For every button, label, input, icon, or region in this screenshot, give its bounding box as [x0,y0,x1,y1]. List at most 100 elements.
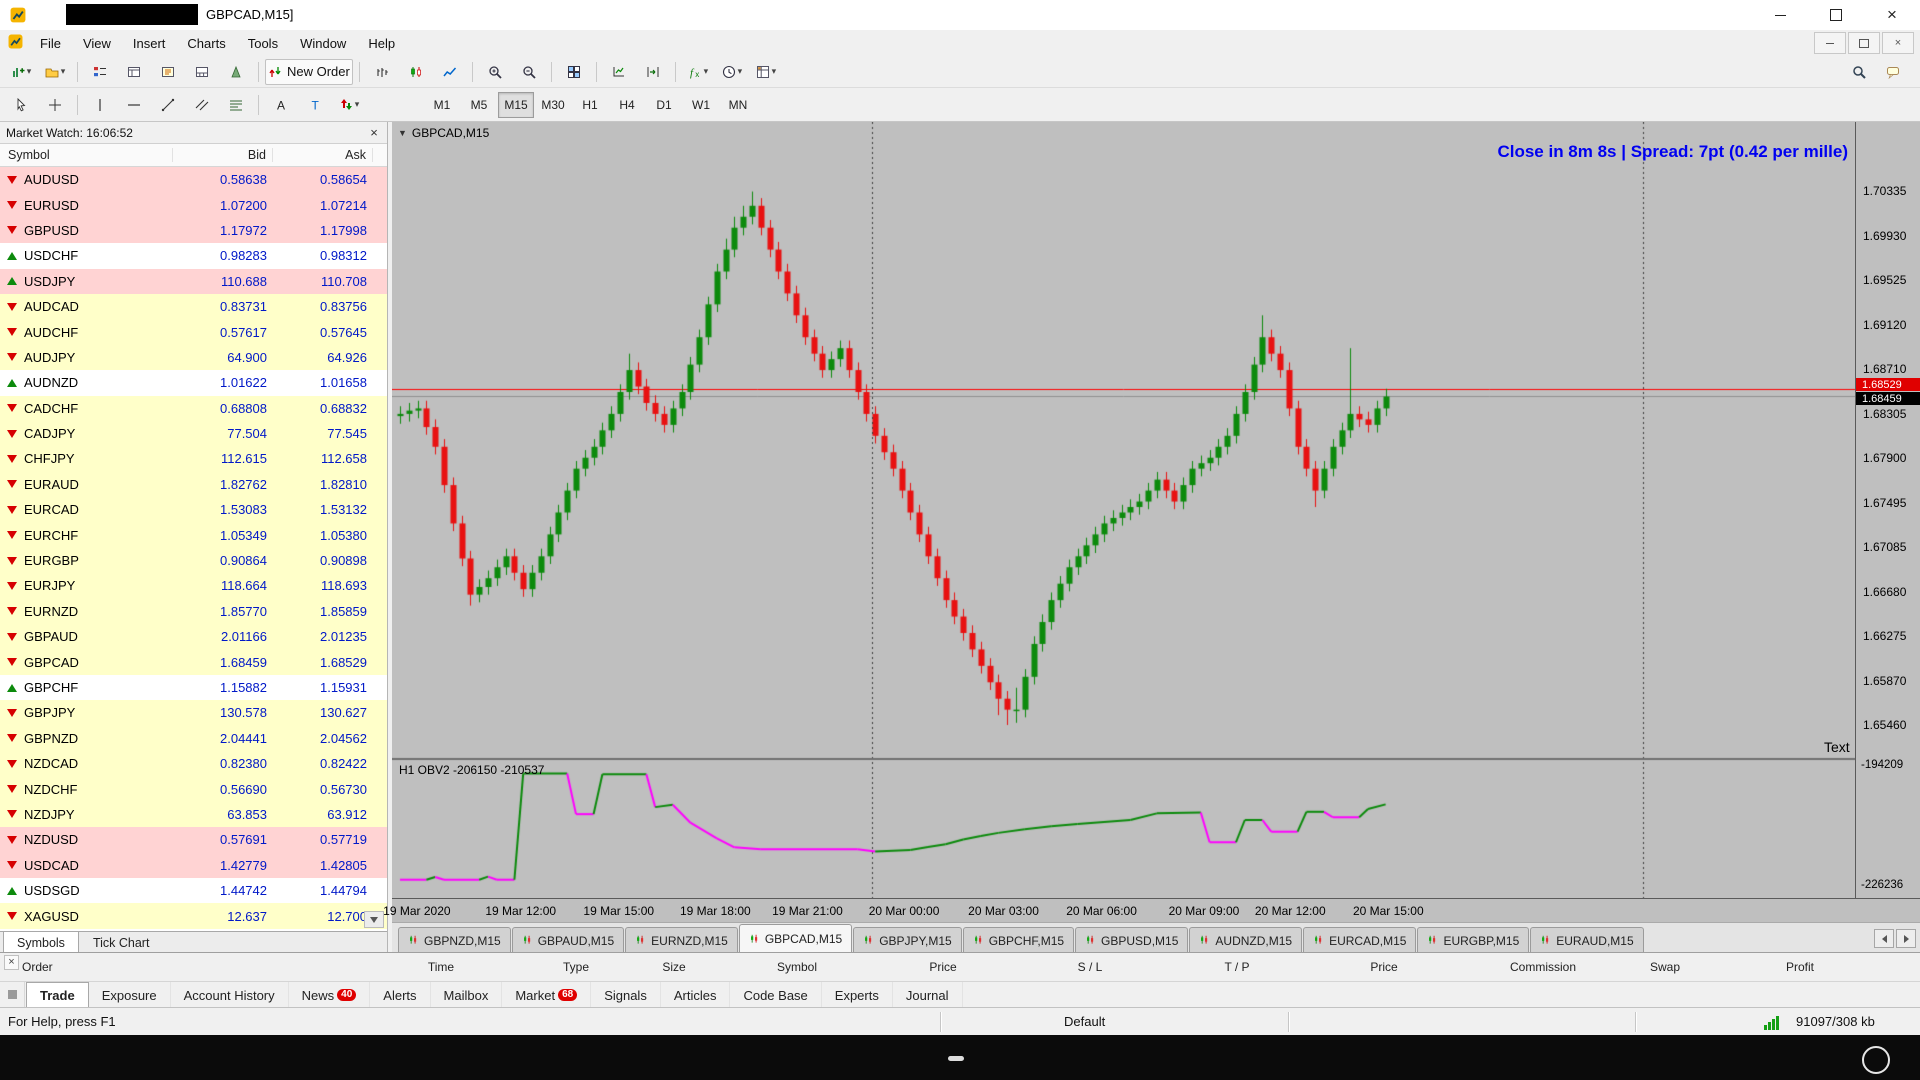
chart-text-object[interactable]: Text [1824,739,1850,755]
window-minimize-button[interactable] [1752,0,1808,30]
tile-windows-button[interactable] [558,59,590,85]
terminal-column-size[interactable]: Size [662,960,685,974]
terminal-close-button[interactable]: × [4,955,19,970]
chart-restore-button[interactable] [1848,32,1880,54]
terminal-tab-code-base[interactable]: Code Base [730,982,821,1008]
crosshair-button[interactable] [39,92,71,118]
market-watch-row-usdchf[interactable]: USDCHF0.982830.98312 [0,243,387,268]
timeframe-d1[interactable]: D1 [646,92,682,118]
terminal-column-profit[interactable]: Profit [1786,960,1814,974]
timeframe-m5[interactable]: M5 [461,92,497,118]
profiles-button[interactable]: ▾ [39,59,71,85]
terminal-tab-experts[interactable]: Experts [822,982,893,1008]
terminal-column-tp[interactable]: T / P [1224,960,1249,974]
horizontal-line-button[interactable] [118,92,150,118]
text-label-button[interactable]: T [299,92,331,118]
menu-file[interactable]: File [29,33,72,54]
zoom-in-button[interactable] [479,59,511,85]
tabs-scroll-left-button[interactable] [1874,929,1894,948]
terminal-tab-signals[interactable]: Signals [591,982,661,1008]
chart-tab-gbpjpy-m15[interactable]: GBPJPY,M15 [853,927,961,952]
time-axis[interactable]: 19 Mar 202019 Mar 12:0019 Mar 15:0019 Ma… [392,898,1920,923]
market-watch-row-eurusd[interactable]: EURUSD1.072001.07214 [0,192,387,217]
trendline-button[interactable] [152,92,184,118]
vertical-line-button[interactable] [84,92,116,118]
column-ask[interactable]: Ask [273,148,373,162]
terminal-column-type[interactable]: Type [563,960,589,974]
market-watch-row-nzdchf[interactable]: NZDCHF0.566900.56730 [0,776,387,801]
new-order-button[interactable]: New Order [265,59,353,85]
market-watch-row-nzdjpy[interactable]: NZDJPY63.85363.912 [0,802,387,827]
terminal-column-price[interactable]: Price [1370,960,1397,974]
timeframe-w1[interactable]: W1 [683,92,719,118]
market-watch-row-gbpusd[interactable]: GBPUSD1.179721.17998 [0,218,387,243]
window-maximize-button[interactable] [1808,0,1864,30]
market-watch-row-eurgbp[interactable]: EURGBP0.908640.90898 [0,548,387,573]
terminal-tab-account-history[interactable]: Account History [171,982,289,1008]
status-profile[interactable]: Default [1064,1014,1105,1029]
chart-tab-eurcad-m15[interactable]: EURCAD,M15 [1303,927,1416,952]
menu-tools[interactable]: Tools [237,33,289,54]
market-watch-row-chfjpy[interactable]: CHFJPY112.615112.658 [0,446,387,471]
terminal-tab-news[interactable]: News40 [289,982,371,1008]
terminal-column-symbol[interactable]: Symbol [777,960,817,974]
line-chart-button[interactable] [434,59,466,85]
timeframe-h4[interactable]: H4 [609,92,645,118]
terminal-column-time[interactable]: Time [428,960,454,974]
chart-tab-audnzd-m15[interactable]: AUDNZD,M15 [1189,927,1302,952]
market-watch-row-audchf[interactable]: AUDCHF0.576170.57645 [0,319,387,344]
navigator-button[interactable] [152,59,184,85]
timeframe-h1[interactable]: H1 [572,92,608,118]
terminal-button[interactable] [186,59,218,85]
terminal-tab-mailbox[interactable]: Mailbox [431,982,503,1008]
terminal-tab-articles[interactable]: Articles [661,982,731,1008]
search-button[interactable] [1843,59,1875,85]
terminal-column-order[interactable]: Order [22,960,53,974]
chart-tab-gbpaud-m15[interactable]: GBPAUD,M15 [512,927,624,952]
menu-window[interactable]: Window [289,33,357,54]
chart-close-button[interactable]: × [1882,32,1914,54]
terminal-column-sl[interactable]: S / L [1078,960,1103,974]
chart-tab-gbpusd-m15[interactable]: GBPUSD,M15 [1075,927,1188,952]
market-watch-row-audcad[interactable]: AUDCAD0.837310.83756 [0,294,387,319]
terminal-column-price[interactable]: Price [929,960,956,974]
chart-minimize-button[interactable] [1814,32,1846,54]
market-watch-button[interactable] [84,59,116,85]
market-watch-row-gbpjpy[interactable]: GBPJPY130.578130.627 [0,700,387,725]
market-watch-row-gbpnzd[interactable]: GBPNZD2.044412.04562 [0,726,387,751]
chart-tab-eurgbp-m15[interactable]: EURGBP,M15 [1417,927,1529,952]
market-watch-row-cadjpy[interactable]: CADJPY77.50477.545 [0,421,387,446]
terminal-column-commission[interactable]: Commission [1510,960,1576,974]
one-click-trading-toggle[interactable]: ▼ [398,128,407,138]
market-watch-row-usdsgd[interactable]: USDSGD1.447421.44794 [0,878,387,903]
timeframe-m30[interactable]: M30 [535,92,571,118]
new-chart-button[interactable]: ▾ [5,59,37,85]
scroll-down-button[interactable] [364,911,384,928]
fibonacci-retracement-button[interactable] [220,92,252,118]
market-watch-close-icon[interactable]: × [367,125,381,140]
templates-button[interactable]: ▾ [750,59,782,85]
timeframe-mn[interactable]: MN [720,92,756,118]
periods-button[interactable]: ▾ [716,59,748,85]
market-watch-row-usdjpy[interactable]: USDJPY110.688110.708 [0,269,387,294]
market-watch-row-audjpy[interactable]: AUDJPY64.90064.926 [0,345,387,370]
strategy-tester-button[interactable] [220,59,252,85]
indicators-button[interactable]: fx▾ [682,59,714,85]
market-watch-row-gbpcad[interactable]: GBPCAD1.684591.68529 [0,649,387,674]
market-watch-row-nzdcad[interactable]: NZDCAD0.823800.82422 [0,751,387,776]
tabs-scroll-right-button[interactable] [1896,929,1916,948]
timeframe-m1[interactable]: M1 [424,92,460,118]
community-chat-button[interactable] [1877,59,1909,85]
market-watch-row-audnzd[interactable]: AUDNZD1.016221.01658 [0,370,387,395]
market-watch-tab-symbols[interactable]: Symbols [3,932,79,954]
menu-help[interactable]: Help [357,33,406,54]
market-watch-row-nzdusd[interactable]: NZDUSD0.576910.57719 [0,827,387,852]
market-watch-row-gbpaud[interactable]: GBPAUD2.011662.01235 [0,624,387,649]
menu-charts[interactable]: Charts [176,33,236,54]
price-axis[interactable]: 1.68529 1.68459 1.703351.699301.695251.6… [1855,122,1920,898]
chart-tab-gbpnzd-m15[interactable]: GBPNZD,M15 [398,927,511,952]
market-watch-row-eurchf[interactable]: EURCHF1.053491.05380 [0,522,387,547]
market-watch-row-audusd[interactable]: AUDUSD0.586380.58654 [0,167,387,192]
chart-tab-eurnzd-m15[interactable]: EURNZD,M15 [625,927,738,952]
market-watch-row-euraud[interactable]: EURAUD1.827621.82810 [0,472,387,497]
